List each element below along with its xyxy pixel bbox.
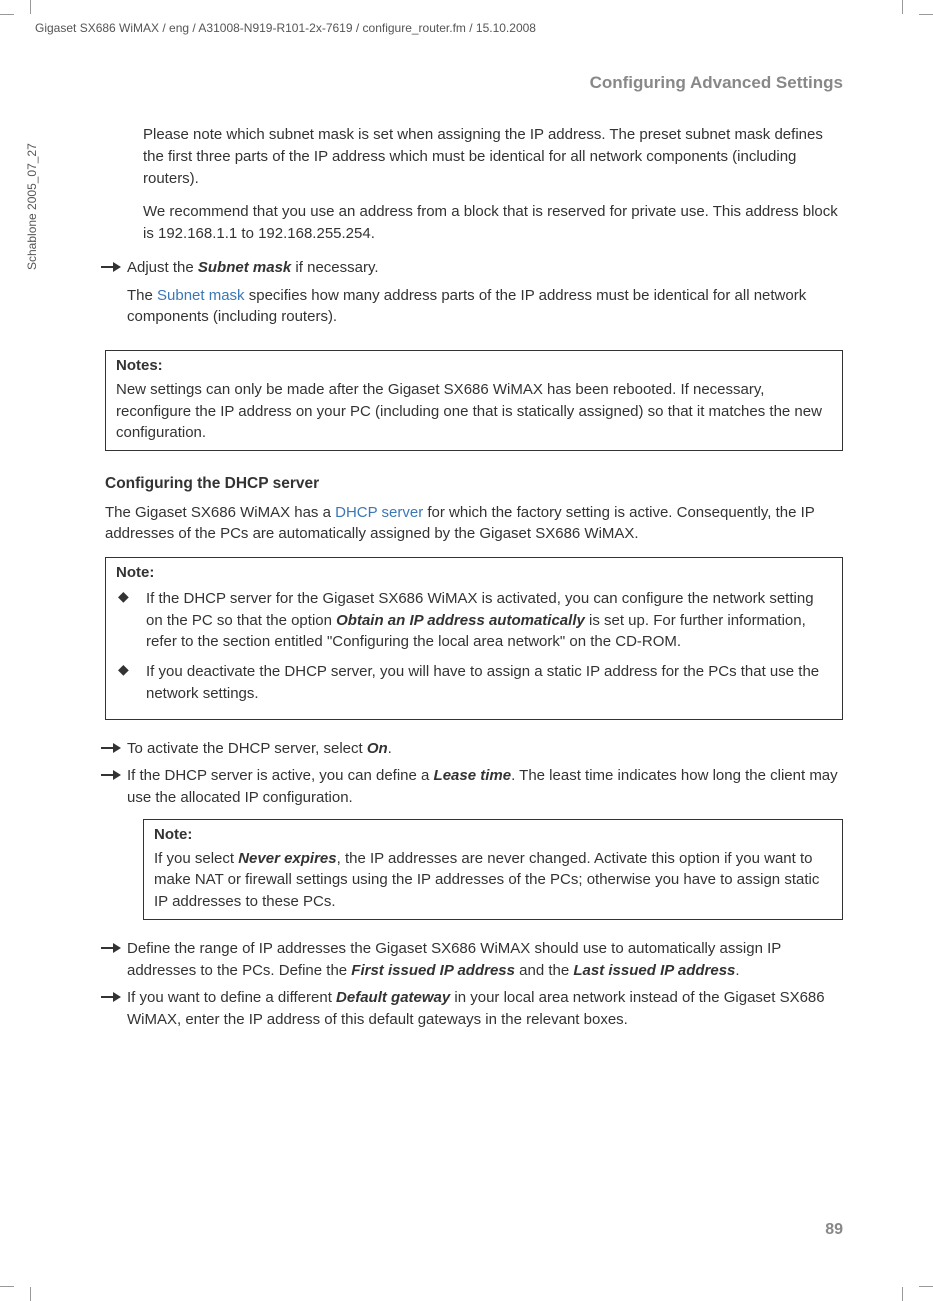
note-box: Note: ◆ If the DHCP server for the Gigas… — [105, 557, 843, 720]
diamond-icon: ◆ — [116, 588, 146, 653]
step-text: Define the range of IP addresses the Gig… — [127, 938, 843, 982]
arrow-icon — [105, 987, 127, 1031]
notes-box: Notes: New settings can only be made aft… — [105, 350, 843, 451]
notes-body: New settings can only be made after the … — [116, 379, 832, 444]
crop-mark — [0, 1286, 14, 1287]
note-list-text: If you deactivate the DHCP server, you w… — [146, 661, 832, 705]
step-text-part: Adjust the — [127, 259, 198, 276]
step-item: If you want to define a different Defaul… — [105, 987, 843, 1031]
crop-mark — [902, 0, 903, 14]
body-paragraph: The Gigaset SX686 WiMAX has a DHCP serve… — [105, 502, 843, 546]
step-bold: Subnet mask — [198, 259, 291, 276]
note-title: Note: — [154, 824, 832, 846]
step-item: Adjust the Subnet mask if necessary. The… — [105, 257, 843, 340]
crop-mark — [919, 1286, 933, 1287]
step-item: If the DHCP server is active, you can de… — [105, 765, 843, 809]
arrow-icon — [105, 738, 127, 760]
text-part: The Gigaset SX686 WiMAX has a — [105, 504, 335, 521]
step-text-part: if necessary. — [291, 259, 378, 276]
text-part: To activate the DHCP server, select — [127, 740, 367, 757]
arrow-icon — [105, 765, 127, 809]
bold-italic: On — [367, 740, 388, 757]
subheading-dhcp: Configuring the DHCP server — [105, 473, 843, 495]
note-list-item: ◆ If the DHCP server for the Gigaset SX6… — [116, 588, 832, 653]
text-part: The — [127, 287, 157, 304]
section-header: Configuring Advanced Settings — [105, 71, 843, 96]
text-part: . — [388, 740, 392, 757]
note-box: Note: If you select Never expires, the I… — [143, 819, 843, 920]
step-text: To activate the DHCP server, select On. — [127, 738, 843, 760]
text-part: If you want to define a different — [127, 989, 336, 1006]
bold-italic: Obtain an IP address automatically — [336, 612, 585, 629]
step-sub-paragraph: The Subnet mask specifies how many addre… — [127, 285, 843, 329]
crop-mark — [919, 14, 933, 15]
text-part: If you select — [154, 850, 238, 867]
text-part: If the DHCP server is active, you can de… — [127, 767, 434, 784]
arrow-icon — [105, 938, 127, 982]
step-text: If the DHCP server is active, you can de… — [127, 765, 843, 809]
notes-title: Notes: — [116, 355, 832, 377]
note-body: If you select Never expires, the IP addr… — [154, 848, 832, 913]
header-path: Gigaset SX686 WiMAX / eng / A31008-N919-… — [35, 20, 843, 37]
note-list-item: ◆ If you deactivate the DHCP server, you… — [116, 661, 832, 705]
link-dhcp-server[interactable]: DHCP server — [335, 504, 423, 521]
note-list-text: If the DHCP server for the Gigaset SX686… — [146, 588, 832, 653]
crop-mark — [30, 1287, 31, 1301]
bold-italic: Default gateway — [336, 989, 450, 1006]
text-part: . — [735, 962, 739, 979]
crop-mark — [902, 1287, 903, 1301]
link-subnet-mask[interactable]: Subnet mask — [157, 287, 245, 304]
text-part: and the — [515, 962, 573, 979]
bold-italic: Lease time — [434, 767, 512, 784]
bold-italic: First issued IP address — [351, 962, 515, 979]
crop-mark — [30, 0, 31, 14]
body-paragraph: Please note which subnet mask is set whe… — [143, 124, 843, 189]
bold-italic: Last issued IP address — [573, 962, 735, 979]
diamond-icon: ◆ — [116, 661, 146, 705]
step-item: To activate the DHCP server, select On. — [105, 738, 843, 760]
step-text: If you want to define a different Defaul… — [127, 987, 843, 1031]
step-item: Define the range of IP addresses the Gig… — [105, 938, 843, 982]
note-title: Note: — [116, 562, 832, 584]
page-number: 89 — [825, 1218, 843, 1241]
note-list: ◆ If the DHCP server for the Gigaset SX6… — [116, 588, 832, 705]
body-paragraph: We recommend that you use an address fro… — [143, 201, 843, 245]
crop-mark — [0, 14, 14, 15]
arrow-icon — [105, 257, 127, 340]
spine-label: Schablone 2005_07_27 — [24, 143, 41, 270]
bold-italic: Never expires — [238, 850, 336, 867]
step-text: Adjust the Subnet mask if necessary. The… — [127, 257, 843, 340]
